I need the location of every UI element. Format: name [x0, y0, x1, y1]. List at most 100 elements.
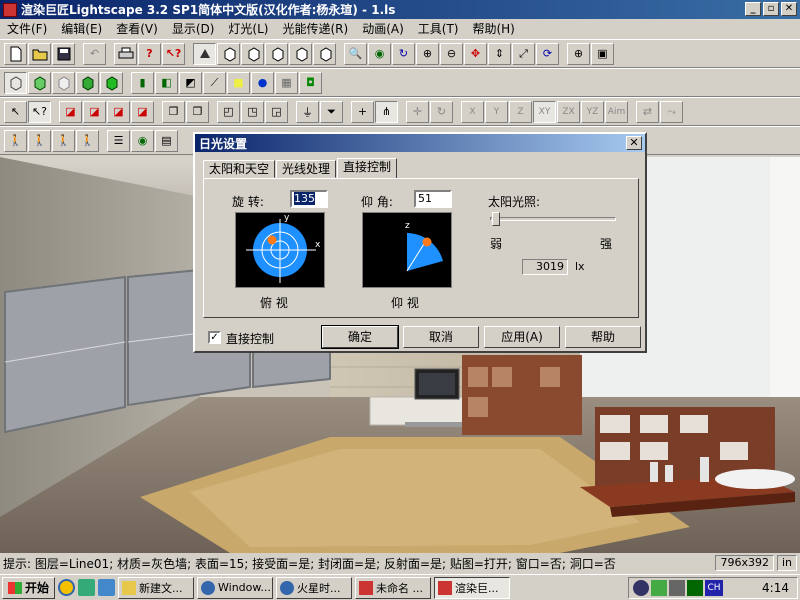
help-button[interactable]: ?	[138, 42, 161, 65]
task-new-document[interactable]: 新建文...	[118, 576, 195, 599]
menu-file[interactable]: 文件(F)	[0, 20, 54, 37]
wireframe-button[interactable]	[4, 71, 27, 94]
apply-button[interactable]: 应用(A)	[484, 326, 560, 348]
select-red-4-button[interactable]: ◪	[131, 100, 154, 123]
shaded-button[interactable]	[76, 71, 99, 94]
dialog-help-button[interactable]: 帮助	[565, 326, 641, 348]
record-button[interactable]: ◉	[131, 129, 154, 152]
axis-y-button[interactable]: Y	[485, 100, 508, 123]
cancel-button[interactable]: 取消	[403, 326, 479, 348]
select-red-2-button[interactable]: ◪	[83, 100, 106, 123]
light-source-button[interactable]: ◧	[155, 71, 178, 94]
move-button[interactable]: ✛	[406, 100, 429, 123]
task-untitled[interactable]: 未命名 ...	[355, 576, 432, 599]
context-help-button[interactable]: ↖?	[162, 42, 185, 65]
print-button[interactable]	[114, 42, 137, 65]
menu-help[interactable]: 帮助(H)	[465, 20, 521, 37]
quicklaunch-browser-icon[interactable]	[58, 579, 76, 596]
menu-tools[interactable]: 工具(T)	[411, 20, 466, 37]
walk-3-button[interactable]: 🚶	[52, 129, 75, 152]
add-point-button[interactable]: +	[351, 100, 374, 123]
refresh-view-button[interactable]: ⟳	[536, 42, 559, 65]
transform-1-button[interactable]: ⇄	[636, 100, 659, 123]
rotate-button[interactable]: ↻	[430, 100, 453, 123]
walk-2-button[interactable]: 🚶	[28, 129, 51, 152]
copy-button[interactable]: ❐	[162, 100, 185, 123]
menu-display[interactable]: 显示(D)	[165, 20, 222, 37]
orbit-button[interactable]: ◉	[368, 42, 391, 65]
open-file-button[interactable]	[28, 42, 51, 65]
camera-button[interactable]: ◘	[299, 71, 322, 94]
zoom-window-button[interactable]: 🔍	[344, 42, 367, 65]
slash-button[interactable]: ⟋	[203, 71, 226, 94]
menu-view[interactable]: 查看(V)	[109, 20, 165, 37]
elevation-input[interactable]: 51	[414, 190, 452, 208]
select-red-1-button[interactable]: ◪	[59, 100, 82, 123]
axis-z-button[interactable]: Z	[509, 100, 532, 123]
ok-button[interactable]: 确定	[321, 325, 399, 349]
elevation-view-diagram[interactable]: z	[362, 212, 452, 288]
direct-control-checkbox[interactable]: ✓	[208, 331, 221, 344]
zoom-out-button[interactable]: ⊖	[440, 42, 463, 65]
cube-view-5-button[interactable]	[313, 42, 336, 65]
quicklaunch-desktop-icon[interactable]	[98, 579, 116, 596]
view-all-button[interactable]: ▣	[591, 42, 614, 65]
tray-green-icon[interactable]	[687, 580, 703, 596]
tab-light-processing[interactable]: 光线处理	[276, 160, 337, 178]
network-icon[interactable]	[651, 580, 667, 596]
rotate-view-button[interactable]: ↻	[392, 42, 415, 65]
zoom-extents-button[interactable]: ⊕	[567, 42, 590, 65]
zoom-in-button[interactable]: ⊕	[416, 42, 439, 65]
tab-direct-control[interactable]: 直接控制	[337, 158, 398, 178]
new-file-button[interactable]	[4, 42, 27, 65]
globe-button[interactable]: ●	[251, 71, 274, 94]
volume-icon[interactable]	[633, 580, 649, 596]
layers-button[interactable]: ☰	[107, 129, 130, 152]
menu-edit[interactable]: 编辑(E)	[54, 20, 109, 37]
hierarchy-button[interactable]: ⋔	[375, 100, 398, 123]
sun-intensity-slider-thumb[interactable]	[492, 212, 501, 226]
close-button[interactable]: ✕	[781, 2, 797, 16]
outline-button[interactable]	[52, 71, 75, 94]
door-button[interactable]: ▮	[131, 71, 154, 94]
draw-2-button[interactable]: ◳	[241, 100, 264, 123]
walk-4-button[interactable]: 🚶	[76, 129, 99, 152]
axis-xy-button[interactable]: XY	[533, 100, 556, 123]
task-windows[interactable]: Window...	[197, 576, 274, 599]
transform-2-button[interactable]: ⤳	[660, 100, 683, 123]
undo-button[interactable]: ↶	[83, 42, 106, 65]
restore-button[interactable]: ▫	[763, 2, 779, 16]
filter-1-button[interactable]: ⏚	[296, 100, 319, 123]
cube-view-2-button[interactable]	[241, 42, 264, 65]
object-button[interactable]: ◩	[179, 71, 202, 94]
yellow-square-button[interactable]: ■	[227, 71, 250, 94]
textured-button[interactable]	[100, 71, 123, 94]
task-lightscape[interactable]: 渲染巨...	[434, 576, 511, 599]
start-button[interactable]: 开始	[2, 576, 56, 599]
task-mars-time[interactable]: 火星时...	[276, 576, 353, 599]
tray-app-icon[interactable]	[669, 580, 685, 596]
draw-3-button[interactable]: ◲	[265, 100, 288, 123]
menu-animation[interactable]: 动画(A)	[355, 20, 411, 37]
frames-button[interactable]: ▤	[155, 129, 178, 152]
sun-intensity-track[interactable]	[490, 217, 616, 221]
menu-light[interactable]: 灯光(L)	[221, 20, 275, 37]
texture-button[interactable]: ▦	[275, 71, 298, 94]
query-select-button[interactable]: ↖?	[28, 100, 51, 123]
paste-button[interactable]: ❐	[186, 100, 209, 123]
axis-zx-button[interactable]: ZX	[557, 100, 580, 123]
draw-1-button[interactable]: ◰	[217, 100, 240, 123]
pan-button[interactable]: ✥	[464, 42, 487, 65]
select-button[interactable]: ↖	[4, 100, 27, 123]
language-indicator[interactable]: CH	[705, 580, 723, 596]
rotation-input[interactable]: 135	[290, 190, 328, 208]
axis-yz-button[interactable]: YZ	[581, 100, 604, 123]
dolly-button[interactable]: ⇕	[488, 42, 511, 65]
menu-radiosity[interactable]: 光能传递(R)	[275, 20, 355, 37]
top-view-compass[interactable]: y x	[235, 212, 325, 288]
cube-view-4-button[interactable]	[289, 42, 312, 65]
filter-2-button[interactable]: ⏷	[320, 100, 343, 123]
minimize-button[interactable]: _	[745, 2, 761, 16]
quicklaunch-media-icon[interactable]	[78, 579, 96, 596]
tab-sun-and-sky[interactable]: 太阳和天空	[203, 160, 276, 178]
